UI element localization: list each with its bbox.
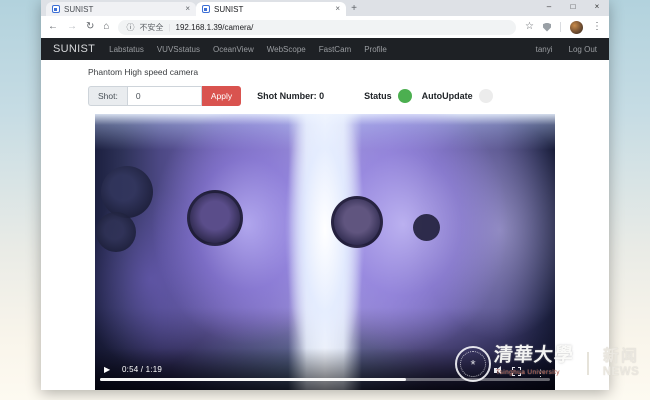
vessel-port <box>101 166 153 218</box>
shot-label: Shot: <box>88 86 127 106</box>
profile-avatar[interactable] <box>570 21 583 34</box>
shot-number-label: Shot Number: 0 <box>257 91 324 101</box>
progress-played <box>100 378 406 381</box>
video-time-display: 0:54 / 1:19 <box>122 366 162 374</box>
url-divider: | <box>168 23 170 32</box>
minimize-button[interactable]: – <box>537 0 561 15</box>
site-info-icon[interactable]: ⓘ <box>126 22 134 33</box>
shot-input-group: Shot: Apply <box>88 86 241 106</box>
browser-menu-kebab-icon[interactable]: ⋮ <box>592 22 602 32</box>
video-player[interactable]: ▶ 0:54 / 1:19 ⋮ <box>95 114 555 390</box>
tab-close-icon[interactable]: × <box>185 5 190 13</box>
apply-button[interactable]: Apply <box>202 86 241 106</box>
volume-icon[interactable] <box>494 366 505 375</box>
video-menu-kebab-icon[interactable]: ⋮ <box>536 369 545 378</box>
nav-logout[interactable]: Log Out <box>569 45 597 54</box>
forward-icon[interactable]: → <box>67 22 77 32</box>
sunist-favicon-icon <box>52 5 60 13</box>
autoupdate-indicator-dot[interactable] <box>479 89 493 103</box>
security-label: 不安全 <box>139 22 163 33</box>
tab-strip: SUNIST × SUNIST × + – □ × <box>41 0 609 16</box>
toolbar-divider <box>560 22 561 32</box>
extension-shield-icon[interactable] <box>543 23 551 32</box>
bookmark-star-icon[interactable]: ☆ <box>525 22 534 32</box>
status-indicator-dot <box>398 89 412 103</box>
nav-item-oceanview[interactable]: OceanView <box>213 45 254 54</box>
shot-input[interactable] <box>127 86 202 106</box>
browser-toolbar: ← → ↻ ⌂ ⓘ 不安全 | 192.168.1.39/camera/ ☆ ⋮ <box>41 16 609 38</box>
shot-controls-row: Shot: Apply Shot Number: 0 Status AutoUp… <box>88 86 609 106</box>
reload-icon[interactable]: ↻ <box>86 22 94 32</box>
browser-window: SUNIST × SUNIST × + – □ × ← → ↻ ⌂ ⓘ 不安全 <box>41 0 609 390</box>
tab-title: SUNIST <box>64 5 181 14</box>
navbar-brand[interactable]: SUNIST <box>53 43 95 55</box>
new-tab-button[interactable]: + <box>346 3 362 14</box>
fullscreen-icon[interactable] <box>512 367 521 376</box>
vessel-port <box>187 190 243 246</box>
sunist-favicon-icon <box>202 5 210 13</box>
window-controls: – □ × <box>537 0 609 15</box>
url-text: 192.168.1.39/camera/ <box>176 23 254 32</box>
tab-sunist-1[interactable]: SUNIST × <box>46 2 196 16</box>
tab-sunist-2-active[interactable]: SUNIST × <box>196 2 346 16</box>
vessel-port <box>96 212 136 252</box>
page-content: Phantom High speed camera Shot: Apply Sh… <box>41 60 609 390</box>
close-button[interactable]: × <box>585 0 609 15</box>
app-navbar: SUNIST Labstatus VUVSstatus OceanView We… <box>41 38 609 60</box>
play-icon[interactable]: ▶ <box>104 366 110 374</box>
status-label: Status <box>364 91 392 101</box>
nav-item-webscope[interactable]: WebScope <box>267 45 306 54</box>
vessel-port <box>413 214 440 241</box>
autoupdate-label: AutoUpdate <box>422 91 473 101</box>
address-bar[interactable]: ⓘ 不安全 | 192.168.1.39/camera/ <box>118 20 516 35</box>
page-title: Phantom High speed camera <box>41 60 609 77</box>
nav-username[interactable]: tanyi <box>536 45 553 54</box>
nav-item-vuvsstatus[interactable]: VUVSstatus <box>157 45 200 54</box>
controls-gradient <box>95 348 555 390</box>
back-icon[interactable]: ← <box>48 22 58 32</box>
tab-close-icon[interactable]: × <box>335 5 340 13</box>
tab-title: SUNIST <box>214 5 331 14</box>
nav-item-labstatus[interactable]: Labstatus <box>109 45 144 54</box>
home-icon[interactable]: ⌂ <box>103 22 109 32</box>
screenshot-stage: SUNIST × SUNIST × + – □ × ← → ↻ ⌂ ⓘ 不安全 <box>0 0 650 400</box>
maximize-button[interactable]: □ <box>561 0 585 15</box>
nav-item-profile[interactable]: Profile <box>364 45 387 54</box>
vessel-port <box>331 196 383 248</box>
nav-item-fastcam[interactable]: FastCam <box>319 45 351 54</box>
video-progress-bar[interactable] <box>100 378 550 381</box>
